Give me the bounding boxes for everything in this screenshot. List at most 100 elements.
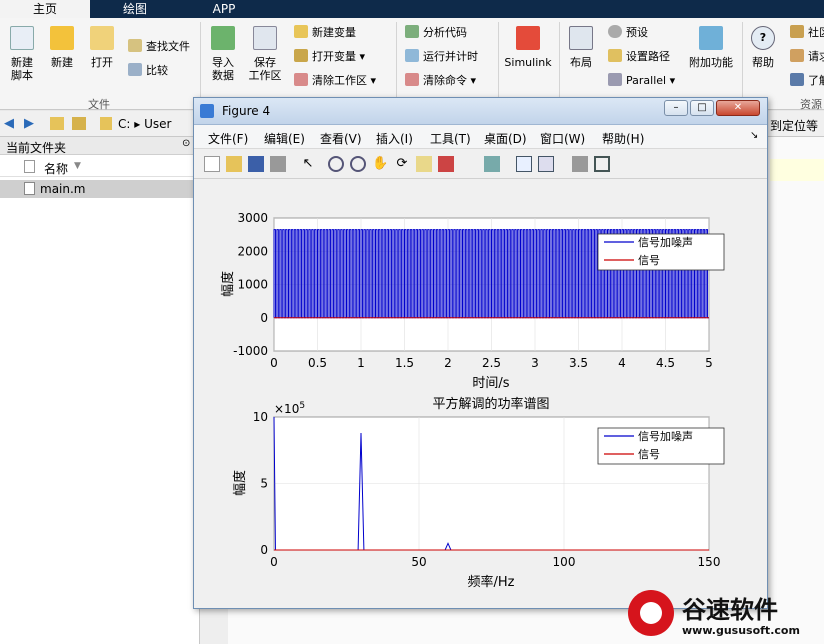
zoom-in-icon[interactable] xyxy=(328,156,344,172)
watermark-brand: 谷速软件 xyxy=(682,596,778,624)
menu-window[interactable]: 窗口(W) xyxy=(540,130,585,147)
y-tick-label: 2000 xyxy=(237,244,268,258)
path-folder-icon xyxy=(100,117,112,130)
open-variable-label: 打开变量 xyxy=(312,50,356,63)
axes-2-legend[interactable]: 信号加噪声 信号 xyxy=(597,427,725,465)
zoom-out-icon[interactable] xyxy=(350,156,366,172)
minimize-button[interactable]: – xyxy=(664,100,688,116)
up-folder-icon[interactable] xyxy=(50,117,64,130)
menu-edit[interactable]: 编辑(E) xyxy=(264,130,305,147)
x-tick-label: 100 xyxy=(553,555,576,569)
request-support-button[interactable]: 请求 xyxy=(790,48,824,66)
forward-arrow-icon[interactable]: ▶ xyxy=(24,116,34,131)
colorbar-icon[interactable] xyxy=(516,156,532,172)
print-icon[interactable] xyxy=(270,156,286,172)
community-icon xyxy=(790,25,804,38)
legend-label-signal: 信号 xyxy=(638,448,660,461)
m-file-icon xyxy=(24,182,35,195)
menu-help[interactable]: 帮助(H) xyxy=(602,130,644,147)
set-path-button[interactable]: 设置路径 xyxy=(608,48,670,66)
set-path-icon xyxy=(608,49,622,62)
community-button[interactable]: 社区 xyxy=(790,24,824,42)
new-figure-icon[interactable] xyxy=(204,156,220,172)
folder-icon xyxy=(90,26,114,50)
run-and-time-button[interactable]: 运行并计时 xyxy=(405,48,478,66)
save-icon[interactable] xyxy=(248,156,264,172)
new-button[interactable]: 新建 xyxy=(44,26,80,69)
axes-2: 平方解调的功率谱图 0 50 100 150 0 5 10 ×105 频率/Hz 幅度 信号… xyxy=(232,396,725,590)
ribbon-separator xyxy=(559,22,560,100)
menu-desktop[interactable]: 桌面(D) xyxy=(484,130,527,147)
open-variable-button[interactable]: 打开变量 ▾ xyxy=(294,48,365,66)
browse-folder-icon[interactable] xyxy=(72,117,86,130)
link-plot-icon[interactable] xyxy=(484,156,500,172)
find-files-button[interactable]: 查找文件 xyxy=(128,38,190,56)
open-file-icon[interactable] xyxy=(226,156,242,172)
tab-home[interactable]: 主页 xyxy=(0,0,90,18)
request-label: 请求 xyxy=(808,50,824,63)
compare-button[interactable]: 比较 xyxy=(128,62,168,80)
open-button[interactable]: 打开 xyxy=(84,26,120,69)
legend-icon[interactable] xyxy=(538,156,554,172)
axes-1-legend[interactable]: 信号加噪声 信号 xyxy=(597,233,725,271)
figure-window: Figure 4 – □ ✕ 文件(F) 编辑(E) 查看(V) 插入(I) 工… xyxy=(193,97,768,609)
figure-title: Figure 4 xyxy=(222,104,271,118)
pointer-icon[interactable]: ↖ xyxy=(300,156,316,172)
figure-titlebar[interactable]: Figure 4 – □ ✕ xyxy=(194,98,767,125)
help-button[interactable]: ? 帮助 xyxy=(746,26,780,69)
y-tick-label: 0 xyxy=(260,311,268,325)
layout-button[interactable]: 布局 xyxy=(564,26,598,69)
path-breadcrumb[interactable]: C: ▸ User xyxy=(118,117,171,131)
tab-apps[interactable]: APP xyxy=(180,0,268,18)
clear-commands-button[interactable]: 清除命令 ▾ xyxy=(405,72,476,90)
dock-arrow-icon[interactable]: ↘ xyxy=(750,130,758,141)
menu-tools[interactable]: 工具(T) xyxy=(430,130,471,147)
close-button[interactable]: ✕ xyxy=(716,100,760,116)
matlab-logo-icon xyxy=(200,104,214,118)
panel-options-icon[interactable]: ⊙ xyxy=(182,138,190,149)
new-variable-button[interactable]: 新建变量 xyxy=(294,24,356,42)
x-tick-label: 4.5 xyxy=(656,356,675,370)
help-label: 帮助 xyxy=(752,56,774,69)
hide-tools-icon[interactable] xyxy=(572,156,588,172)
run-time-icon xyxy=(405,49,419,62)
addons-button[interactable]: 附加功能 xyxy=(686,26,736,69)
column-name-header[interactable]: 名称 xyxy=(44,160,68,177)
data-cursor-icon[interactable] xyxy=(416,156,432,172)
find-files-icon xyxy=(128,39,142,52)
pan-hand-icon[interactable]: ✋ xyxy=(372,156,388,172)
back-arrow-icon[interactable]: ◀ xyxy=(4,116,14,131)
import-data-button[interactable]: 导入 数据 xyxy=(204,26,242,82)
learn-label: 了解 xyxy=(808,74,824,87)
x-tick-label: 2 xyxy=(444,356,452,370)
simulink-label: Simulink xyxy=(504,56,552,69)
brush-icon[interactable] xyxy=(438,156,454,172)
analyze-code-icon xyxy=(405,25,419,38)
learn-matlab-button[interactable]: 了解 xyxy=(790,72,824,90)
file-name: main.m xyxy=(40,182,86,196)
new-script-label: 新建 脚本 xyxy=(11,56,33,82)
parallel-button[interactable]: Parallel ▾ xyxy=(608,72,675,90)
list-item[interactable]: main.m xyxy=(0,180,199,198)
rotate-icon[interactable]: ⟳ xyxy=(394,156,410,172)
file-list-header: 名称 ▼ xyxy=(0,157,199,177)
menu-view[interactable]: 查看(V) xyxy=(320,130,362,147)
save-workspace-label: 保存 工作区 xyxy=(248,56,282,82)
maximize-button[interactable]: □ xyxy=(690,100,714,116)
show-tools-icon[interactable] xyxy=(594,156,610,172)
preferences-button[interactable]: 预设 xyxy=(608,24,648,42)
request-icon xyxy=(790,49,804,62)
y-tick-label: 10 xyxy=(253,410,268,424)
simulink-button[interactable]: Simulink xyxy=(502,26,554,69)
addons-cubes-icon xyxy=(699,26,723,50)
menu-insert[interactable]: 插入(I) xyxy=(376,130,413,147)
tab-plots[interactable]: 绘图 xyxy=(95,0,175,18)
layout-label: 布局 xyxy=(570,56,592,69)
menu-file[interactable]: 文件(F) xyxy=(208,130,248,147)
save-workspace-button[interactable]: 保存 工作区 xyxy=(245,26,285,82)
analyze-code-button[interactable]: 分析代码 xyxy=(405,24,467,42)
new-script-icon xyxy=(10,26,34,50)
clear-workspace-button[interactable]: 清除工作区 ▾ xyxy=(294,72,376,90)
preferences-label: 预设 xyxy=(626,26,648,39)
new-script-button[interactable]: 新建 脚本 xyxy=(4,26,40,82)
